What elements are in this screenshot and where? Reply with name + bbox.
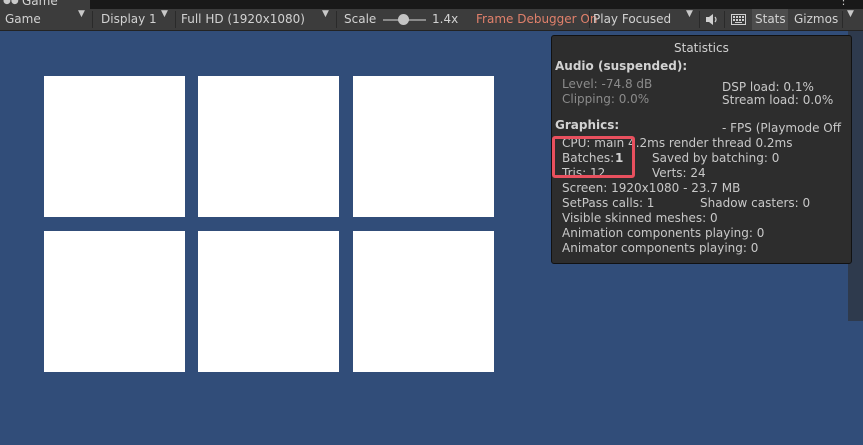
audio-clipping: Clipping: 0.0% bbox=[562, 92, 650, 106]
scale-value: 1.4x bbox=[432, 12, 459, 26]
chevron-down-icon: ▼ bbox=[161, 9, 168, 19]
verts-count: Verts: 24 bbox=[652, 166, 706, 180]
tab-game-label: Game bbox=[22, 0, 58, 8]
view-mode-dropdown[interactable]: Game bbox=[5, 9, 41, 30]
fps-readout: - FPS (Playmode Off bbox=[722, 121, 841, 135]
chevron-down-icon: ▼ bbox=[78, 9, 85, 19]
white-square bbox=[353, 231, 494, 372]
keyboard-icon[interactable] bbox=[731, 14, 746, 25]
tab-strip: ●● Game ⋮ bbox=[0, 0, 863, 9]
saved-by-batching: Saved by batching: 0 bbox=[652, 151, 780, 165]
stats-button-label: Stats bbox=[755, 12, 786, 26]
audio-level: Level: -74.8 dB bbox=[562, 77, 653, 91]
game-toolbar: Game ▼ Display 1 ▼ Full HD (1920x1080) ▼… bbox=[0, 9, 863, 31]
white-square bbox=[198, 76, 339, 217]
display-dropdown[interactable]: Display 1 bbox=[101, 9, 157, 30]
separator bbox=[842, 11, 843, 28]
skinned-meshes: Visible skinned meshes: 0 bbox=[562, 211, 718, 225]
batches-highlight-box bbox=[552, 136, 635, 178]
shadow-casters: Shadow casters: 0 bbox=[700, 196, 811, 210]
white-square bbox=[44, 231, 185, 372]
scale-slider-thumb[interactable] bbox=[398, 14, 409, 25]
audio-icon[interactable] bbox=[705, 13, 719, 26]
resolution-dropdown[interactable]: Full HD (1920x1080) bbox=[181, 9, 305, 30]
stream-load: Stream load: 0.0% bbox=[722, 93, 834, 107]
separator bbox=[92, 11, 93, 28]
separator bbox=[724, 11, 725, 28]
animator-components: Animator components playing: 0 bbox=[562, 241, 759, 255]
gamepad-icon: ●● bbox=[3, 0, 19, 6]
stats-toggle-button[interactable]: Stats bbox=[752, 9, 788, 30]
chevron-down-icon[interactable]: ▼ bbox=[847, 9, 854, 19]
play-mode-dropdown[interactable]: Play Focused bbox=[593, 9, 671, 30]
animation-components: Animation components playing: 0 bbox=[562, 226, 765, 240]
tab-game[interactable]: ●● Game bbox=[0, 0, 90, 9]
separator bbox=[175, 11, 176, 28]
more-options-icon[interactable]: ⋮ bbox=[838, 0, 849, 7]
white-square bbox=[44, 76, 185, 217]
audio-header: Audio (suspended): bbox=[555, 59, 688, 73]
white-square bbox=[198, 231, 339, 372]
separator bbox=[336, 11, 337, 28]
graphics-header: Graphics: bbox=[555, 118, 620, 132]
white-square bbox=[353, 76, 494, 217]
chevron-down-icon: ▼ bbox=[322, 9, 329, 19]
scale-label: Scale bbox=[344, 12, 377, 26]
screen-info: Screen: 1920x1080 - 23.7 MB bbox=[562, 181, 741, 195]
separator bbox=[699, 11, 700, 28]
frame-debugger-status: Frame Debugger On bbox=[476, 12, 598, 26]
statistics-title: Statistics bbox=[674, 41, 729, 55]
gizmos-button[interactable]: Gizmos bbox=[794, 9, 838, 30]
separator bbox=[589, 11, 590, 28]
setpass-calls: SetPass calls: 1 bbox=[562, 196, 655, 210]
chevron-down-icon: ▼ bbox=[686, 9, 693, 19]
